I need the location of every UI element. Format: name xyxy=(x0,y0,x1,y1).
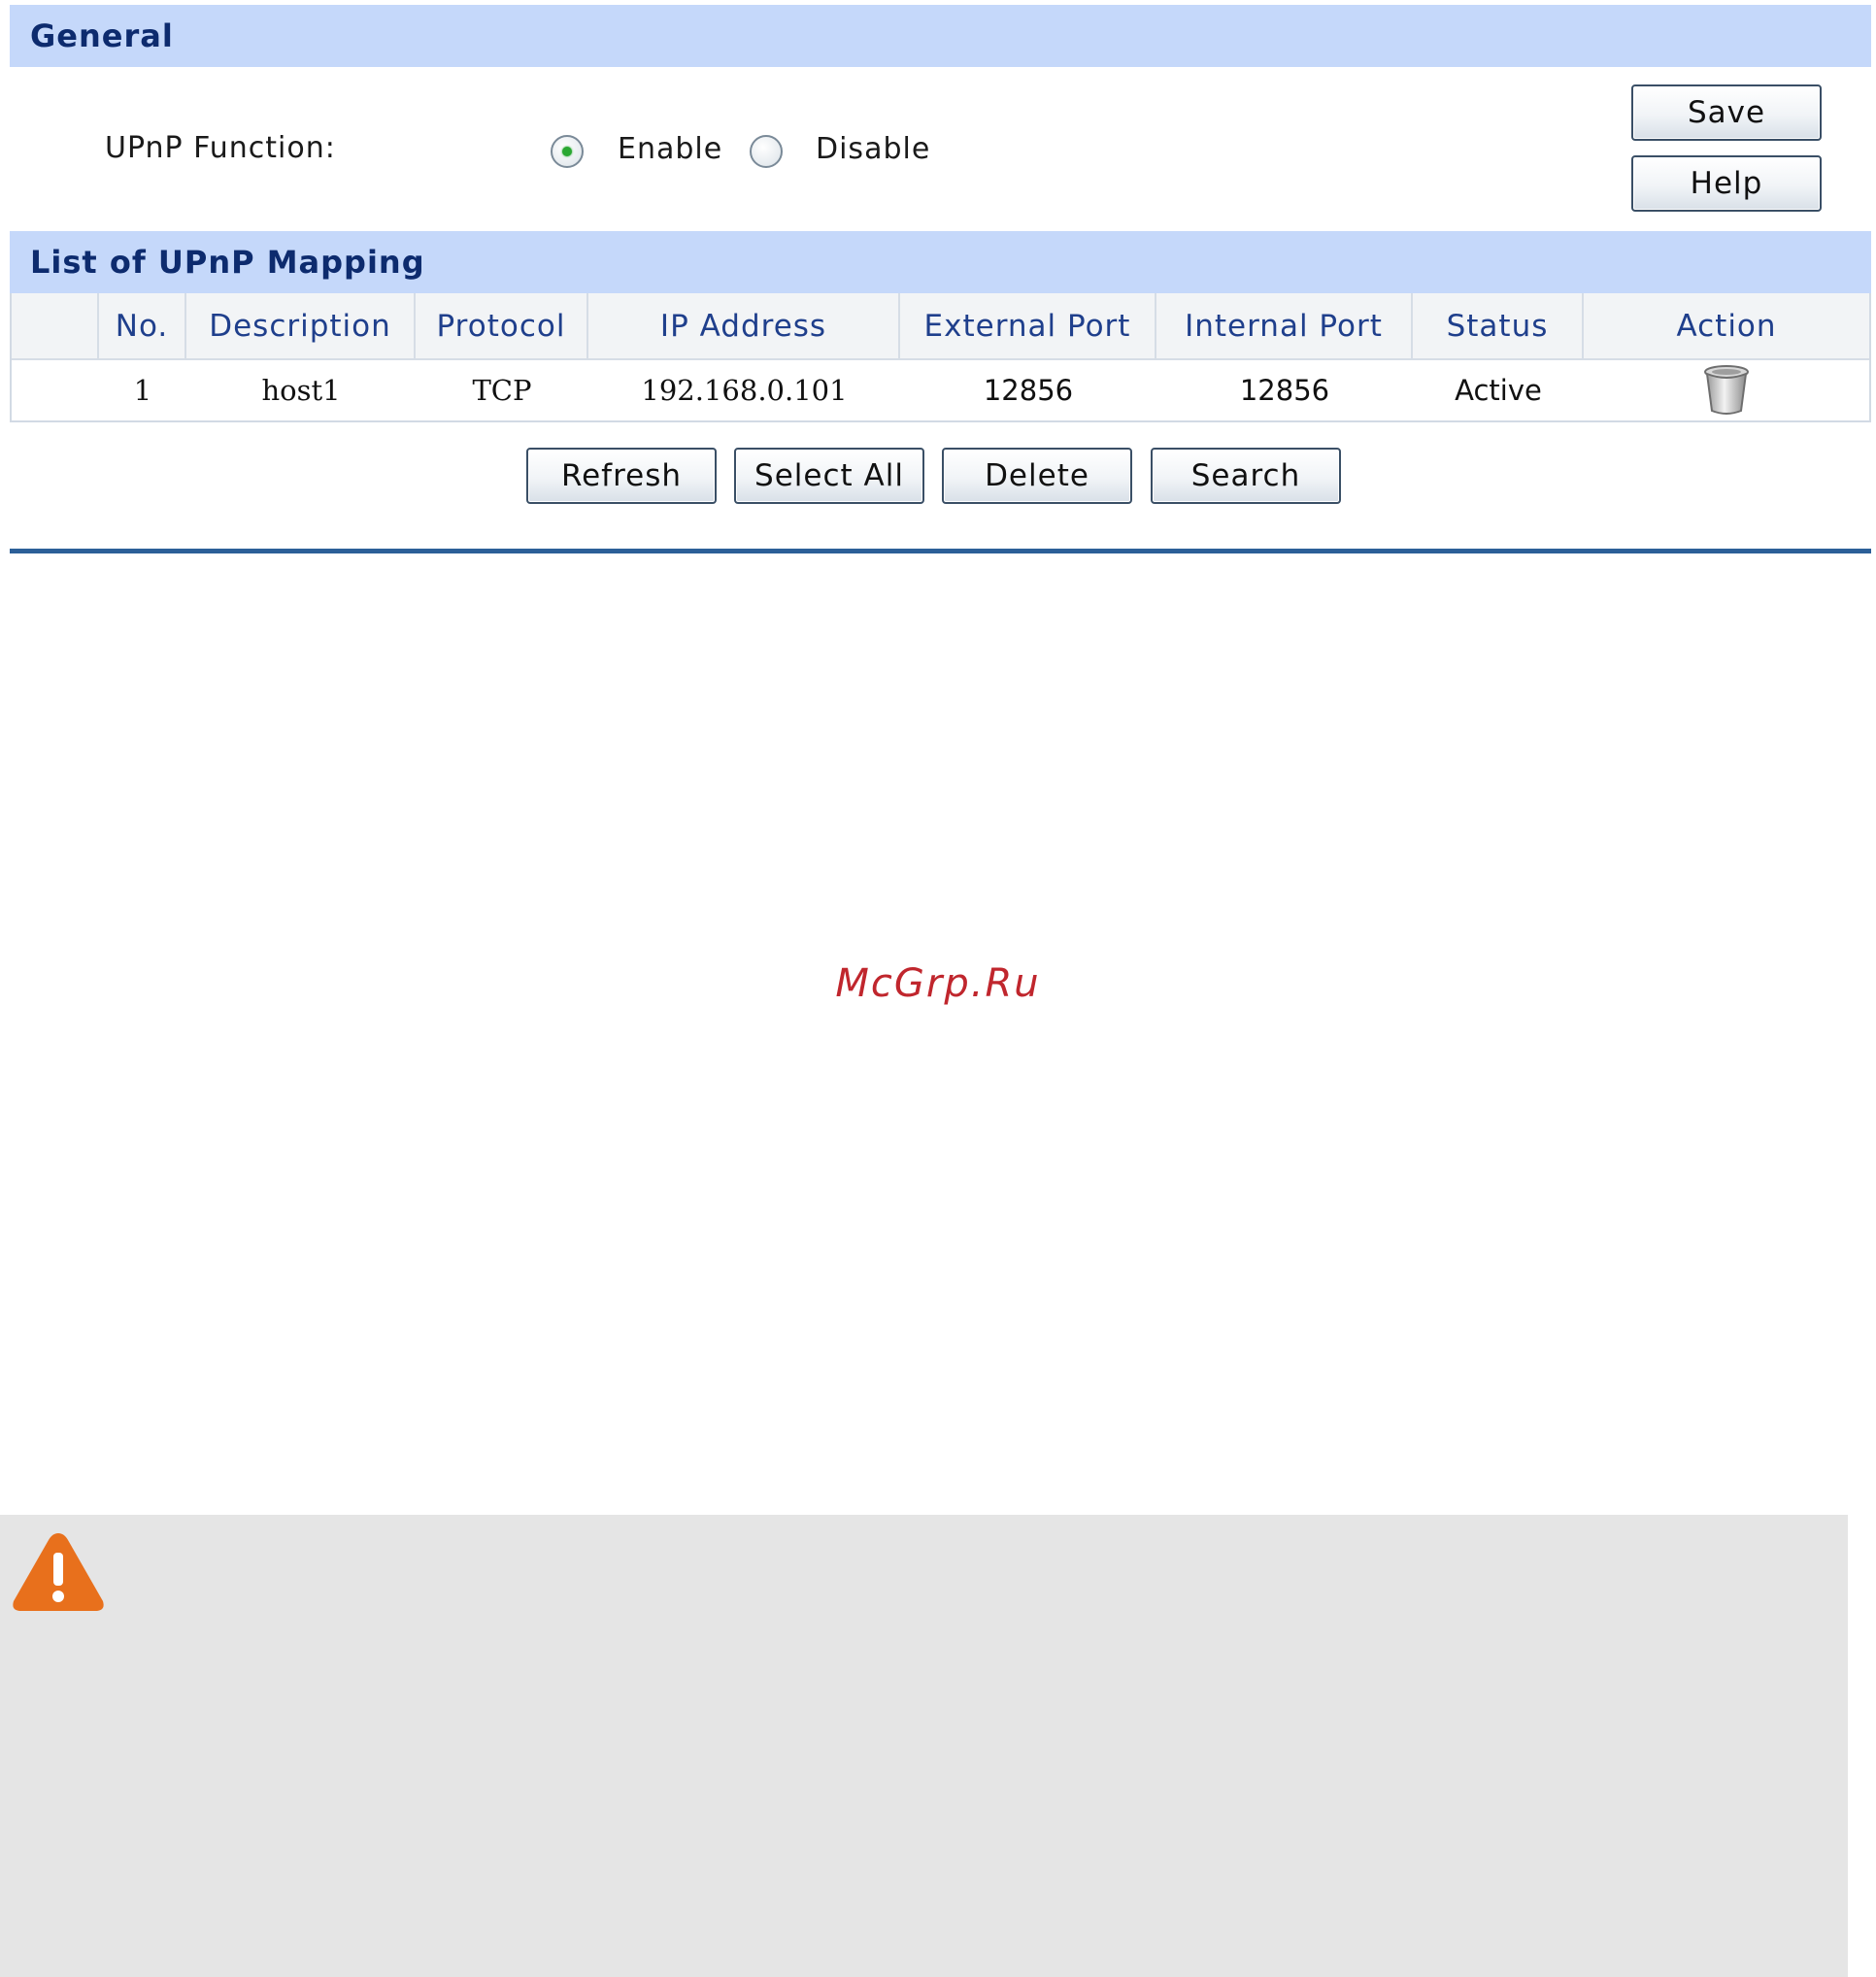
row-select-cell xyxy=(12,360,99,420)
column-header-status: Status xyxy=(1413,293,1584,358)
row-ip-address: 192.168.0.101 xyxy=(641,374,848,407)
general-header-title: General xyxy=(30,17,174,54)
upnp-function-label: UPnP Function: xyxy=(105,131,336,165)
help-button[interactable]: Help xyxy=(1631,155,1822,212)
note-box xyxy=(0,1515,1848,1977)
row-internal-port: 12856 xyxy=(1239,374,1330,407)
trash-icon[interactable] xyxy=(1703,364,1750,417)
mapping-header-title: List of UPnP Mapping xyxy=(30,244,425,281)
enable-radio[interactable] xyxy=(551,135,584,168)
search-button[interactable]: Search xyxy=(1151,448,1341,504)
column-header-ip-address: IP Address xyxy=(588,293,900,358)
save-button[interactable]: Save xyxy=(1631,84,1822,141)
section-divider xyxy=(10,549,1871,553)
watermark-text: McGrp.Ru xyxy=(835,961,1041,1006)
row-external-port: 12856 xyxy=(983,374,1074,407)
refresh-button[interactable]: Refresh xyxy=(526,448,717,504)
column-header-internal-port: Internal Port xyxy=(1156,293,1413,358)
upnp-mapping-table: No. Description Protocol IP Address Exte… xyxy=(10,293,1871,422)
select-all-button[interactable]: Select All xyxy=(734,448,924,504)
row-no: 1 xyxy=(133,374,152,407)
row-protocol: TCP xyxy=(472,374,532,407)
row-status: Active xyxy=(1455,374,1542,407)
column-header-external-port: External Port xyxy=(900,293,1156,358)
delete-button[interactable]: Delete xyxy=(942,448,1132,504)
row-action-cell xyxy=(1584,360,1869,420)
disable-radio-label[interactable]: Disable xyxy=(816,132,930,166)
radio-selected-icon xyxy=(562,147,572,156)
enable-radio-label[interactable]: Enable xyxy=(618,132,722,166)
general-section-header: General xyxy=(10,5,1871,67)
row-description: host1 xyxy=(261,374,341,407)
column-header-description: Description xyxy=(186,293,416,358)
disable-radio[interactable] xyxy=(750,135,783,168)
column-header-select xyxy=(12,293,99,358)
table-header-row: No. Description Protocol IP Address Exte… xyxy=(12,293,1869,360)
column-header-no: No. xyxy=(99,293,186,358)
mapping-section-header: List of UPnP Mapping xyxy=(10,231,1871,293)
column-header-protocol: Protocol xyxy=(416,293,588,358)
column-header-action: Action xyxy=(1676,308,1777,344)
table-row: 1 host1 TCP 192.168.0.101 12856 12856 Ac… xyxy=(12,360,1869,420)
warning-icon xyxy=(13,1533,104,1611)
